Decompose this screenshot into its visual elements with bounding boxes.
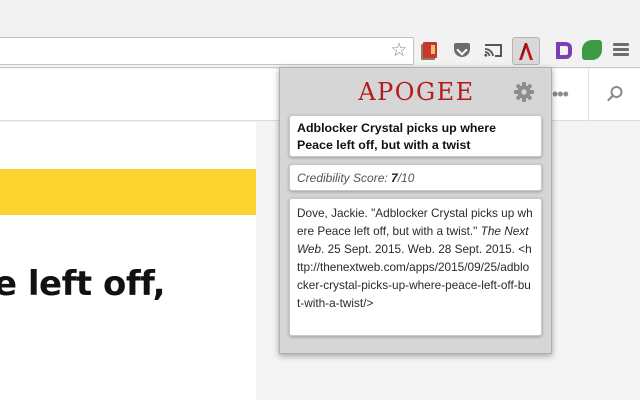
article-headline-fragment: e left off, <box>0 264 166 304</box>
citation-dates: . 25 Sept. 2015. Web. 28 Sept. 2015. <box>321 242 515 256</box>
cast-icon[interactable] <box>482 39 504 61</box>
search-icon[interactable] <box>604 83 626 105</box>
apogee-icon[interactable] <box>512 37 540 65</box>
bookmark-star-icon[interactable]: ☆ <box>389 40 409 62</box>
gear-icon[interactable] <box>512 80 536 104</box>
hamburger-menu-icon[interactable] <box>613 43 629 57</box>
header-divider <box>588 69 589 121</box>
browser-toolbar: ☆ <box>0 0 640 68</box>
article-title-card: Adblocker Crystal picks up where Peace l… <box>289 115 542 157</box>
address-bar[interactable] <box>0 37 414 65</box>
purple-p-icon[interactable] <box>551 39 573 61</box>
evernote-icon[interactable] <box>581 39 603 61</box>
credibility-card: Credibility Score: 7/10 <box>289 164 542 191</box>
apogee-popup: APOGEE Adblocker Crystal picks up where … <box>279 67 552 354</box>
citation-card: Dove, Jackie. "Adblocker Crystal picks u… <box>289 198 542 336</box>
pocket-icon[interactable] <box>451 39 473 61</box>
red-book-icon[interactable] <box>419 39 441 61</box>
credibility-score: 7 <box>391 171 398 185</box>
article-area <box>0 122 256 400</box>
more-icon[interactable]: ••• <box>552 84 572 104</box>
accent-band <box>0 169 256 215</box>
article-title: Adblocker Crystal picks up where Peace l… <box>297 121 497 152</box>
credibility-label: Credibility Score: <box>297 171 392 185</box>
credibility-max: /10 <box>397 171 415 185</box>
